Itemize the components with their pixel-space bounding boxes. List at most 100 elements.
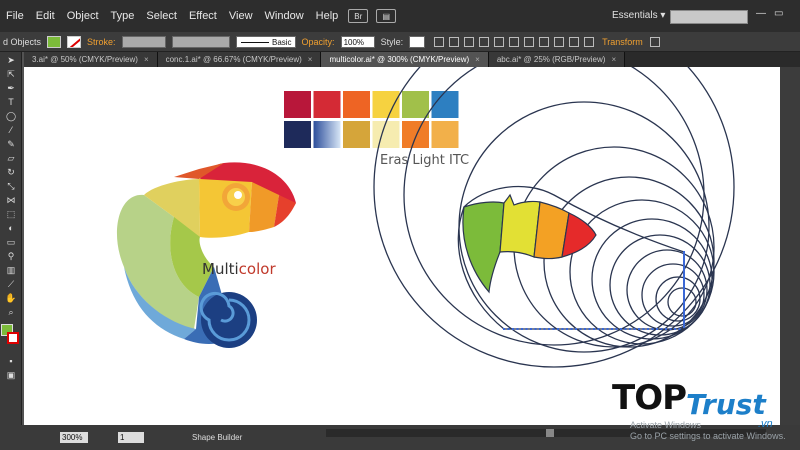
stroke-swatch[interactable] [67,35,82,48]
anchor-point[interactable] [683,281,685,284]
recolor-icon[interactable] [434,36,445,47]
anchor-point[interactable] [566,328,568,330]
align-middle-icon[interactable] [509,36,520,47]
eyedropper-tool-icon[interactable]: ⚲ [4,251,18,262]
menu-select[interactable]: Select [140,0,183,32]
anchor-point[interactable] [512,328,514,330]
zoom-tool-icon[interactable]: ⌕ [4,307,18,318]
anchor-point[interactable] [588,328,591,330]
anchor-point[interactable] [683,283,685,286]
fill-stroke-swatches[interactable] [1,324,21,350]
anchor-point[interactable] [683,302,685,305]
anchor-point[interactable] [552,328,555,330]
scale-tool-icon[interactable]: ⤡ [4,181,18,192]
anchor-point[interactable] [683,310,685,313]
anchor-point[interactable] [683,268,685,271]
anchor-point[interactable] [575,328,577,330]
anchor-point[interactable] [683,306,685,309]
anchor-point[interactable] [570,328,573,330]
anchor-point[interactable] [656,328,658,330]
workspace-switcher[interactable]: Essentials ▾ [612,10,665,21]
align-right-icon[interactable] [479,36,490,47]
anchor-point[interactable] [606,328,609,330]
stroke-label[interactable]: Stroke: [87,37,116,47]
minimize-icon[interactable]: — [756,8,766,19]
anchor-point[interactable] [611,328,613,330]
anchor-point[interactable] [683,251,685,253]
anchor-point[interactable] [543,328,546,330]
distribute-top-icon[interactable] [539,36,550,47]
tab-multicolor-ai[interactable]: multicolor.ai* @ 300% (CMYK/Preview) × [321,52,489,67]
anchor-point[interactable] [584,328,586,330]
type-tool-icon[interactable]: T [4,97,18,108]
stroke-weight-field[interactable] [121,35,166,48]
tab-conc-ai[interactable]: conc.1.ai* @ 66.67% (CMYK/Preview) × [157,52,322,67]
anchor-point[interactable] [683,270,685,273]
anchor-point[interactable] [525,328,528,330]
anchor-point[interactable] [597,328,600,330]
menu-effect[interactable]: Effect [183,0,223,32]
anchor-point[interactable] [507,328,510,330]
anchor-point[interactable] [638,328,640,330]
anchor-point[interactable] [683,308,685,311]
transform-link[interactable]: Transform [602,37,643,47]
close-icon[interactable]: × [475,55,480,64]
anchor-point[interactable] [579,328,582,330]
anchor-point[interactable] [503,328,505,330]
stroke-color-swatch[interactable] [7,332,19,344]
anchor-point[interactable] [633,328,636,330]
anchor-point[interactable] [683,279,685,282]
distribute-middle-icon[interactable] [554,36,565,47]
artboard-number-field[interactable]: 1 [118,432,144,443]
anchor-point[interactable] [561,328,564,330]
distribute-left-icon[interactable] [584,36,595,47]
anchor-point[interactable] [683,324,685,327]
anchor-point[interactable] [593,328,595,330]
brush-tool-icon[interactable]: ⁄ [4,125,18,136]
anchor-point[interactable] [683,304,685,307]
anchor-point[interactable] [683,260,685,263]
anchor-point[interactable] [678,328,681,330]
anchor-point[interactable] [683,312,685,315]
anchor-point[interactable] [539,328,541,330]
width-tool-icon[interactable]: ⋈ [4,195,18,206]
anchor-point[interactable] [683,254,685,257]
align-left-icon[interactable] [449,36,460,47]
anchor-point[interactable] [683,285,685,288]
anchor-point[interactable] [665,328,667,330]
distribute-bottom-icon[interactable] [569,36,580,47]
anchor-point[interactable] [683,314,685,317]
hand-tool-icon[interactable]: ✋ [4,293,18,304]
close-icon[interactable]: × [308,55,313,64]
anchor-point[interactable] [642,328,645,330]
anchor-point[interactable] [683,289,685,292]
rotate-tool-icon[interactable]: ↻ [4,167,18,178]
menu-view[interactable]: View [223,0,259,32]
anchor-point[interactable] [683,293,685,296]
anchor-point[interactable] [615,328,618,330]
opacity-field[interactable]: 100% [340,35,375,48]
anchor-point[interactable] [683,318,685,321]
anchor-point[interactable] [683,266,685,269]
panel-menu-icon[interactable] [649,36,660,47]
tab-3-ai[interactable]: 3.ai* @ 50% (CMYK/Preview) × [24,52,158,67]
anchor-point[interactable] [683,299,685,302]
arrange-documents-icon[interactable]: ▤ [376,9,397,23]
anchor-point[interactable] [683,274,685,277]
anchor-point[interactable] [683,326,685,329]
graph-tool-icon[interactable]: ▥ [4,265,18,276]
anchor-point[interactable] [602,328,604,330]
anchor-point[interactable] [683,277,685,280]
anchor-point[interactable] [651,328,654,330]
free-transform-tool-icon[interactable]: ⬚ [4,209,18,220]
brush-definition-select[interactable]: Basic [235,35,296,48]
anchor-point[interactable] [548,328,550,330]
scroll-thumb[interactable] [546,429,554,437]
anchor-point[interactable] [683,276,685,279]
pen-tool-icon[interactable]: ✒ [4,83,18,94]
anchor-point[interactable] [521,328,523,330]
anchor-point[interactable] [624,328,627,330]
color-mode-icons[interactable]: ▪ [4,356,18,367]
close-icon[interactable]: × [611,55,616,64]
anchor-point[interactable] [683,272,685,275]
